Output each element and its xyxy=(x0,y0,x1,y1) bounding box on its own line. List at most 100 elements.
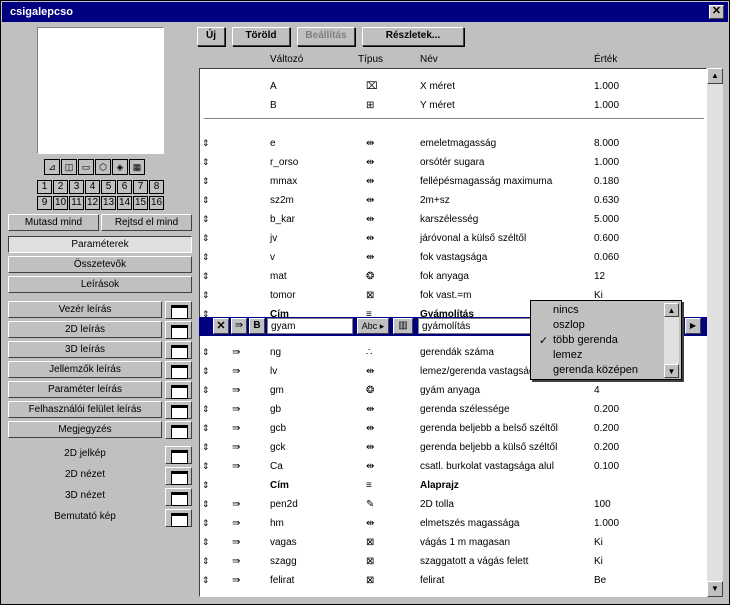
script-window-icon-4[interactable] xyxy=(165,381,192,399)
value-popup-arrow[interactable]: ▶ xyxy=(685,318,701,334)
indent-icon[interactable]: ⇛ xyxy=(232,518,240,529)
reorder-arrows-icon[interactable]: ⇕ xyxy=(202,252,210,263)
grid-number-8[interactable]: 8 xyxy=(149,180,164,194)
popup-scrollbar[interactable]: ▲ ▼ xyxy=(664,303,679,378)
reorder-arrows-icon[interactable]: ⇕ xyxy=(202,233,210,244)
param-row[interactable]: ⇕ b_kar ⇹ karszélesség 5.000 xyxy=(200,211,708,230)
param-row[interactable]: ⇕ jv ⇹ járóvonal a külső széltől 0.600 xyxy=(200,230,708,249)
grid-number-10[interactable]: 10 xyxy=(53,196,68,210)
grid-number-16[interactable]: 16 xyxy=(149,196,164,210)
indent-icon[interactable]: ⇛ xyxy=(232,575,240,586)
tab-2[interactable]: Leírások xyxy=(8,276,192,293)
popup-option[interactable]: több gerenda xyxy=(553,334,618,346)
grid-number-4[interactable]: 4 xyxy=(85,180,100,194)
reorder-arrows-icon[interactable]: ⇕ xyxy=(202,499,210,510)
reorder-arrows-icon[interactable]: ⇕ xyxy=(202,556,210,567)
grid-number-12[interactable]: 12 xyxy=(85,196,100,210)
array-toggle-icon[interactable]: ▥ xyxy=(393,318,413,334)
reorder-arrows-icon[interactable]: ⇕ xyxy=(202,404,210,415)
indent-icon[interactable]: ⇛ xyxy=(232,385,240,396)
reorder-arrows-icon[interactable]: ⇕ xyxy=(202,271,210,282)
reorder-arrows-icon[interactable]: ⇕ xyxy=(202,195,210,206)
popup-option[interactable]: oszlop xyxy=(553,319,585,331)
script-window-icon-6[interactable] xyxy=(165,421,192,439)
script-button-1[interactable]: 2D leírás xyxy=(8,321,162,338)
script-button-2[interactable]: 3D leírás xyxy=(8,341,162,358)
popup-scroll-down[interactable]: ▼ xyxy=(664,364,679,378)
param-row[interactable]: ⇕ e ⇹ emeletmagasság 8.000 xyxy=(200,135,708,154)
script-button-3[interactable]: Jellemzők leírás xyxy=(8,361,162,378)
reorder-arrows-icon[interactable]: ⇕ xyxy=(202,518,210,529)
variable-edit-field[interactable]: gyam xyxy=(267,318,353,334)
grid-number-11[interactable]: 11 xyxy=(69,196,84,210)
reorder-arrows-icon[interactable]: ⇕ xyxy=(202,575,210,586)
param-row[interactable]: ⇕ mat ❂ fok anyaga 12 xyxy=(200,268,708,287)
indent-toggle-icon[interactable]: ⇛ xyxy=(231,318,247,334)
row-delete-icon[interactable]: ✕ xyxy=(213,318,229,334)
scroll-down-arrow[interactable]: ▼ xyxy=(707,581,723,597)
script-button-4[interactable]: Paraméter leírás xyxy=(8,381,162,398)
grid-number-5[interactable]: 5 xyxy=(101,180,116,194)
script-window-icon-1[interactable] xyxy=(165,321,192,339)
film-icon[interactable]: ▦ xyxy=(129,159,145,175)
grid-number-15[interactable]: 15 xyxy=(133,196,148,210)
details-button[interactable]: Részletek... xyxy=(362,27,464,46)
param-row[interactable]: ⇕ ⇛ felirat ⊠ felirat Be xyxy=(200,572,708,591)
popup-scroll-up[interactable]: ▲ xyxy=(664,303,679,317)
indent-icon[interactable]: ⇛ xyxy=(232,404,240,415)
grid-number-13[interactable]: 13 xyxy=(101,196,116,210)
script-window-icon-2[interactable] xyxy=(165,341,192,359)
param-row[interactable]: ⇕ ⇛ szagg ⊠ szaggatott a vágás felett Ki xyxy=(200,553,708,572)
reorder-arrows-icon[interactable]: ⇕ xyxy=(202,290,210,301)
indent-icon[interactable]: ⇛ xyxy=(232,499,240,510)
param-row[interactable]: ⇕ v ⇹ fok vastagsága 0.060 xyxy=(200,249,708,268)
settings-button[interactable]: Beállítás xyxy=(297,27,355,46)
param-row[interactable]: ⇕ sz2m ⇹ 2m+sz 0.630 xyxy=(200,192,708,211)
show-all-button[interactable]: Mutasd mind xyxy=(8,214,99,231)
indent-icon[interactable]: ⇛ xyxy=(232,556,240,567)
bold-toggle-button[interactable]: B xyxy=(249,318,265,334)
popup-option[interactable]: lemez xyxy=(553,349,582,361)
axonometric-icon[interactable]: ⬡ xyxy=(95,159,111,175)
indent-icon[interactable]: ⇛ xyxy=(232,442,240,453)
close-button[interactable]: ✕ xyxy=(709,5,724,19)
reorder-arrows-icon[interactable]: ⇕ xyxy=(202,423,210,434)
indent-icon[interactable]: ⇛ xyxy=(232,366,240,377)
floorplan-icon[interactable]: ⊿ xyxy=(44,159,60,175)
reorder-arrows-icon[interactable]: ⇕ xyxy=(202,480,210,491)
popup-option[interactable]: gerenda középen xyxy=(553,364,638,376)
view-window-icon-2[interactable] xyxy=(165,488,192,506)
param-row[interactable]: ⇕ ⇛ pen2d ✎ 2D tolla 100 xyxy=(200,496,708,515)
3d-icon[interactable]: ◈ xyxy=(112,159,128,175)
reorder-arrows-icon[interactable]: ⇕ xyxy=(202,442,210,453)
param-row[interactable]: ⇕ Cím ≡ Alaprajz xyxy=(200,477,708,496)
grid-number-7[interactable]: 7 xyxy=(133,180,148,194)
param-row[interactable]: ⇕ ⇛ gm ❂ gyám anyaga 4 xyxy=(200,382,708,401)
grid-number-14[interactable]: 14 xyxy=(117,196,132,210)
param-row[interactable]: ⇕ mmax ⇹ fellépésmagasság maximuma 0.180 xyxy=(200,173,708,192)
reorder-arrows-icon[interactable]: ⇕ xyxy=(202,385,210,396)
hide-all-button[interactable]: Rejtsd el mind xyxy=(101,214,192,231)
script-button-5[interactable]: Felhasználói felület leírás xyxy=(8,401,162,418)
list-scrollbar[interactable]: ▲ ▼ xyxy=(707,68,723,597)
grid-number-6[interactable]: 6 xyxy=(117,180,132,194)
grid-number-9[interactable]: 9 xyxy=(37,196,52,210)
grid-number-2[interactable]: 2 xyxy=(53,180,68,194)
param-row[interactable]: ⇕ ⇛ vagas ⊠ vágás 1 m magasan Ki xyxy=(200,534,708,553)
param-row[interactable]: ⇕ ⇛ gcb ⇹ gerenda beljebb a belső széltől 0.2… xyxy=(200,420,708,439)
param-row[interactable]: ⇕ ⇛ gck ⇹ gerenda beljebb a külső széltől 0.2… xyxy=(200,439,708,458)
reorder-arrows-icon[interactable]: ⇕ xyxy=(202,366,210,377)
reorder-arrows-icon[interactable]: ⇕ xyxy=(202,214,210,225)
reorder-arrows-icon[interactable]: ⇕ xyxy=(202,537,210,548)
script-button-6[interactable]: Megjegyzés xyxy=(8,421,162,438)
script-window-icon-0[interactable] xyxy=(165,301,192,319)
reorder-arrows-icon[interactable]: ⇕ xyxy=(202,176,210,187)
indent-icon[interactable]: ⇛ xyxy=(232,461,240,472)
tab-0[interactable]: Paraméterek xyxy=(8,236,192,253)
section-icon[interactable]: ◫ xyxy=(61,159,77,175)
param-row[interactable]: ⇕ ⇛ gb ⇹ gerenda szélessége 0.200 xyxy=(200,401,708,420)
grid-number-1[interactable]: 1 xyxy=(37,180,52,194)
param-row[interactable]: ⇕ ⇛ Ca ⇹ csatl. burkolat vastagsága alul 0.10… xyxy=(200,458,708,477)
reorder-arrows-icon[interactable]: ⇕ xyxy=(202,138,210,149)
name-edit-field[interactable]: gyámolítás xyxy=(418,318,532,334)
